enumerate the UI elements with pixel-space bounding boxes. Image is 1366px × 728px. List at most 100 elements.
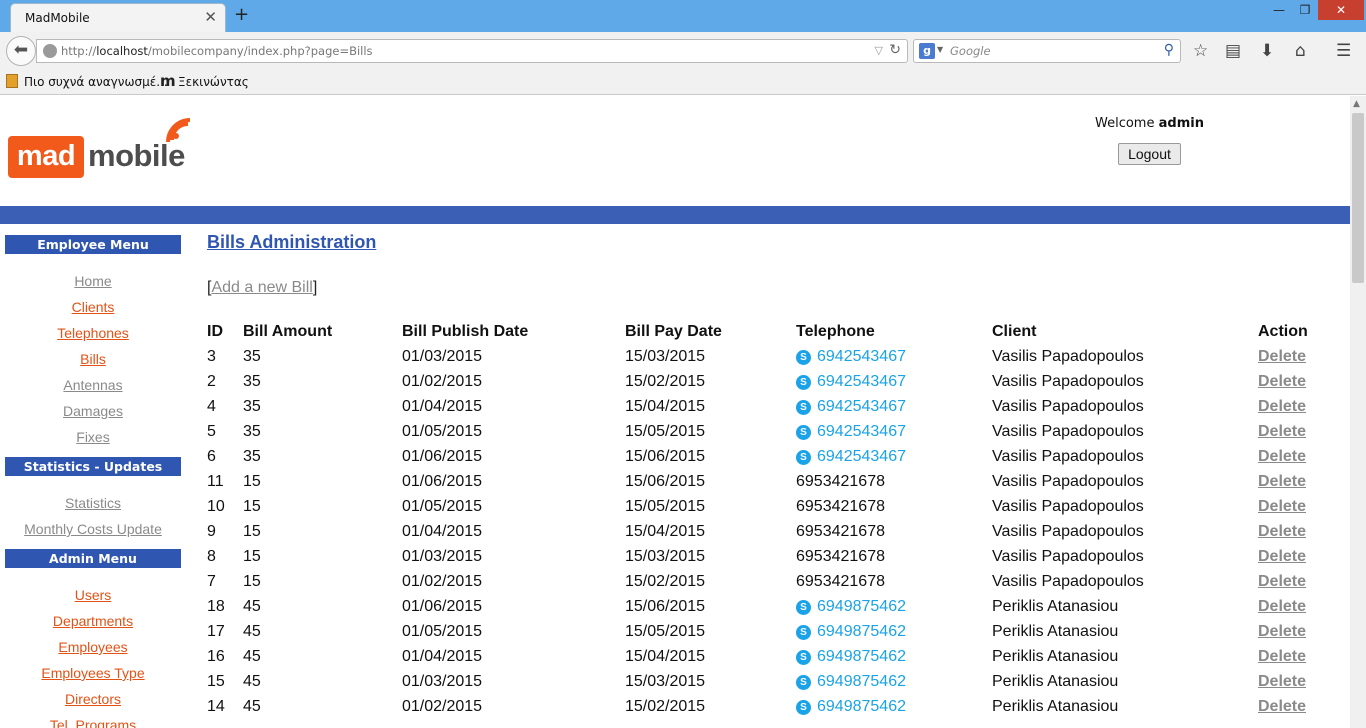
browser-tab[interactable]: MadMobile ✕ (10, 3, 226, 32)
telephone-link[interactable]: 6949875462 (817, 648, 906, 665)
sidebar-item-tel-programs[interactable]: Tel. Programs (5, 717, 181, 728)
reload-icon[interactable]: ↻ (889, 42, 901, 58)
delete-link[interactable]: Delete (1258, 698, 1306, 716)
url-bar[interactable]: http://localhost/mobilecompany/index.php… (36, 39, 908, 63)
new-tab-button[interactable]: + (234, 4, 249, 25)
back-button[interactable]: ⬅ (6, 36, 36, 66)
bookmark-star-icon[interactable]: ☆ (1193, 41, 1208, 61)
bookmark-folder-icon (6, 74, 18, 88)
bookmark-getting-started[interactable]: Ξεκινώντας (178, 75, 249, 89)
cell-publish: 01/04/2015 (402, 648, 483, 665)
skype-icon[interactable]: S (796, 675, 811, 690)
delete-link[interactable]: Delete (1258, 348, 1306, 366)
cell-pay: 15/03/2015 (625, 673, 706, 690)
sidebar-item-home[interactable]: Home (5, 273, 181, 289)
delete-link[interactable]: Delete (1258, 373, 1306, 391)
sidebar-item-telephones[interactable]: Telephones (5, 325, 181, 341)
madmobile-logo[interactable]: mad mobile (8, 116, 198, 182)
sidebar-item-users[interactable]: Users (5, 587, 181, 603)
telephone-link[interactable]: 6949875462 (817, 698, 906, 715)
cell-client: Vasilis Papadopoulos (992, 423, 1144, 440)
sidebar-item-clients[interactable]: Clients (5, 299, 181, 315)
sidebar-item-fixes[interactable]: Fixes (5, 429, 181, 445)
cell-amount: 15 (243, 548, 261, 565)
sidebar-item-bills[interactable]: Bills (5, 351, 181, 367)
logout-button[interactable]: Logout (1118, 143, 1181, 165)
cell-client: Vasilis Papadopoulos (992, 548, 1144, 565)
delete-link[interactable]: Delete (1258, 573, 1306, 591)
delete-link[interactable]: Delete (1258, 548, 1306, 566)
reading-list-icon[interactable]: ▤ (1225, 41, 1241, 61)
cell-client: Vasilis Papadopoulos (992, 373, 1144, 390)
add-bill-link[interactable]: Add a new Bill (211, 279, 312, 296)
sidebar-item-directors[interactable]: Directors (5, 691, 181, 707)
vertical-scrollbar[interactable]: ▲ (1350, 96, 1366, 728)
telephone-cell: S 6949875462 (796, 673, 906, 691)
delete-link[interactable]: Delete (1258, 598, 1306, 616)
close-tab-icon[interactable]: ✕ (204, 8, 217, 26)
home-icon[interactable]: ⌂ (1295, 41, 1306, 61)
page-title[interactable]: Bills Administration (207, 232, 376, 253)
delete-link[interactable]: Delete (1258, 673, 1306, 691)
cell-pay: 15/02/2015 (625, 573, 706, 590)
window-close-button[interactable]: ✕ (1318, 0, 1364, 20)
telephone-link[interactable]: 6942543467 (817, 398, 906, 415)
search-engine-dropdown-icon[interactable]: ▼ (937, 45, 943, 54)
telephone-link[interactable]: 6949875462 (817, 673, 906, 690)
cell-publish: 01/02/2015 (402, 373, 483, 390)
window-maximize-button[interactable]: ❐ (1292, 0, 1318, 20)
skype-icon[interactable]: S (796, 450, 811, 465)
bookmark-most-visited[interactable]: Πιο συχνά αναγνωσμέ... (24, 75, 168, 89)
delete-link[interactable]: Delete (1258, 523, 1306, 541)
sidebar-item-employees-type[interactable]: Employees Type (5, 665, 181, 681)
menu-icon[interactable]: ☰ (1336, 41, 1351, 61)
sidebar-item-statistics[interactable]: Statistics (5, 495, 181, 511)
delete-link[interactable]: Delete (1258, 398, 1306, 416)
skype-icon[interactable]: S (796, 650, 811, 665)
delete-link[interactable]: Delete (1258, 448, 1306, 466)
cell-client: Vasilis Papadopoulos (992, 523, 1144, 540)
downloads-icon[interactable]: ⬇ (1260, 41, 1274, 61)
cell-publish: 01/05/2015 (402, 423, 483, 440)
skype-icon[interactable]: S (796, 375, 811, 390)
scroll-thumb[interactable] (1352, 113, 1364, 283)
sidebar-item-monthly-costs-update[interactable]: Monthly Costs Update (5, 521, 181, 537)
cell-pay: 15/05/2015 (625, 423, 706, 440)
delete-link[interactable]: Delete (1258, 473, 1306, 491)
sidebar-item-damages[interactable]: Damages (5, 403, 181, 419)
telephone-link[interactable]: 6942543467 (817, 448, 906, 465)
cell-client: Vasilis Papadopoulos (992, 398, 1144, 415)
dropdown-icon[interactable]: ▽ (875, 44, 883, 57)
search-input[interactable]: Google (950, 44, 991, 58)
telephone-link[interactable]: 6949875462 (817, 598, 906, 615)
telephone-link[interactable]: 6949875462 (817, 623, 906, 640)
delete-link[interactable]: Delete (1258, 648, 1306, 666)
telephone-link[interactable]: 6942543467 (817, 348, 906, 365)
sidebar-item-antennas[interactable]: Antennas (5, 377, 181, 393)
skype-icon[interactable]: S (796, 350, 811, 365)
delete-link[interactable]: Delete (1258, 623, 1306, 641)
skype-icon[interactable]: S (796, 625, 811, 640)
search-icon[interactable]: ⚲ (1164, 42, 1174, 58)
cell-publish: 01/06/2015 (402, 473, 483, 490)
cell-amount: 15 (243, 523, 261, 540)
search-bar[interactable]: g ▼ Google ⚲ (913, 39, 1181, 63)
skype-icon[interactable]: S (796, 600, 811, 615)
google-icon[interactable]: g (919, 43, 935, 59)
skype-icon[interactable]: S (796, 700, 811, 715)
window-minimize-button[interactable]: — (1266, 0, 1292, 20)
cell-client: Periklis Atanasiou (992, 623, 1119, 640)
cell-amount: 35 (243, 373, 261, 390)
delete-link[interactable]: Delete (1258, 423, 1306, 441)
skype-icon[interactable]: S (796, 400, 811, 415)
cell-pay: 15/04/2015 (625, 648, 706, 665)
sidebar-item-departments[interactable]: Departments (5, 613, 181, 629)
skype-icon[interactable]: S (796, 425, 811, 440)
sidebar-item-employees[interactable]: Employees (5, 639, 181, 655)
scroll-up-icon[interactable]: ▲ (1353, 99, 1360, 109)
telephone-link[interactable]: 6942543467 (817, 423, 906, 440)
telephone-link[interactable]: 6942543467 (817, 373, 906, 390)
delete-link[interactable]: Delete (1258, 498, 1306, 516)
cell-amount: 45 (243, 698, 261, 715)
cell-pay: 15/06/2015 (625, 448, 706, 465)
